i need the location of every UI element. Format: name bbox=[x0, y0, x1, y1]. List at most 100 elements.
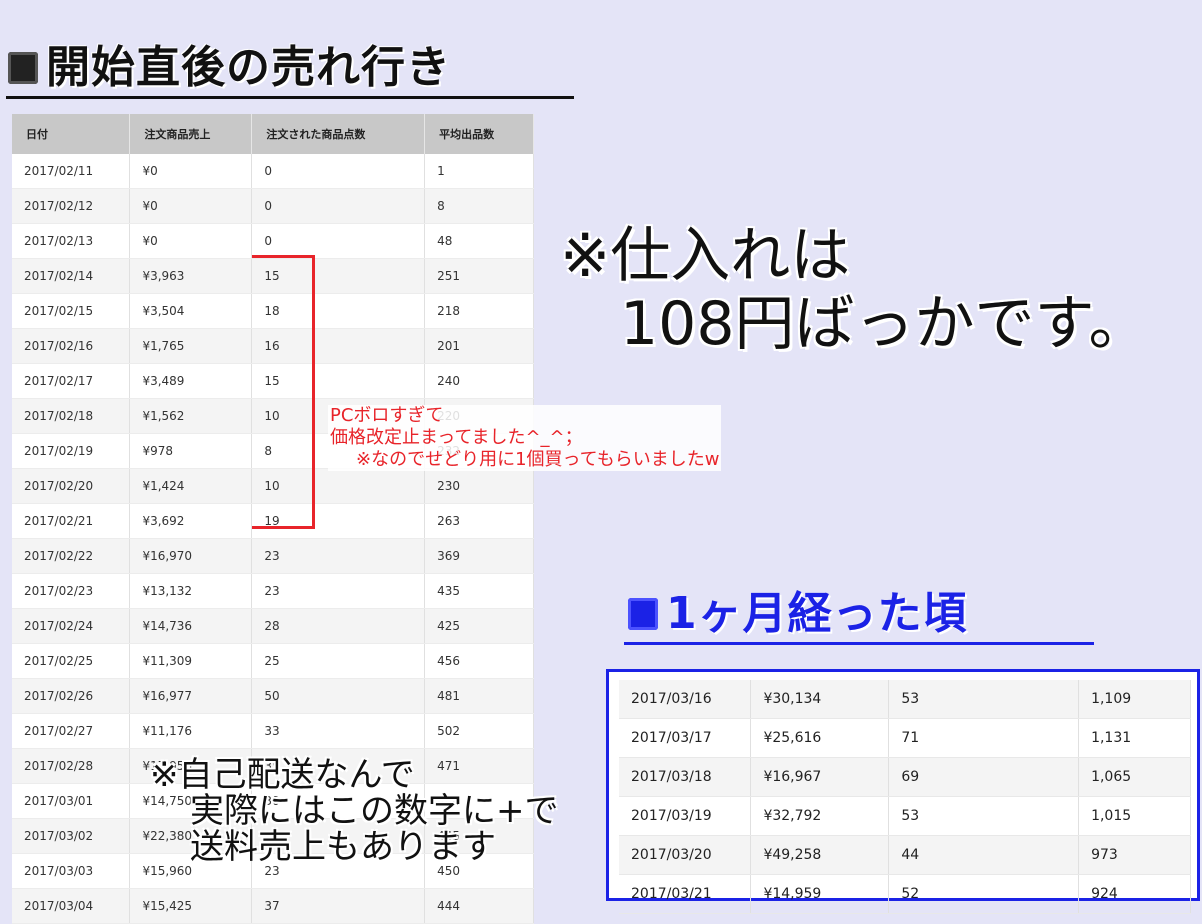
cell-units: 0 bbox=[251, 223, 426, 259]
square-bullet-icon bbox=[628, 598, 658, 630]
square-bullet-icon bbox=[8, 52, 38, 84]
cell-avg-listings: 456 bbox=[424, 643, 534, 679]
cell-sales: ¥0 bbox=[129, 188, 253, 224]
cell-avg-listings: 1,109 bbox=[1078, 680, 1191, 719]
column-header-sales[interactable]: 注文商品売上 bbox=[129, 114, 253, 154]
cell-units: 23 bbox=[251, 538, 426, 574]
table-header-row: 日付 注文商品売上 注文された商品点数 平均出品数 bbox=[12, 114, 534, 154]
table-row: 2017/02/26 ¥16,977 50 481 bbox=[12, 678, 534, 714]
table-row: 2017/02/22 ¥16,970 23 369 bbox=[12, 538, 534, 574]
table-row: 2017/03/20 ¥49,258 44 973 bbox=[619, 835, 1191, 875]
cell-units: 37 bbox=[251, 888, 426, 924]
cell-avg-listings: 240 bbox=[424, 363, 534, 399]
sales-table-month-later-frame: 2017/03/16 ¥30,134 53 1,109 2017/03/17 ¥25,61… bbox=[606, 669, 1200, 914]
cell-sales: ¥49,258 bbox=[750, 835, 890, 875]
cell-sales: ¥3,489 bbox=[129, 363, 253, 399]
shipping-note: ※自己配送なんで 実際にはこの数字に+で 送料売上もあります bbox=[150, 757, 559, 865]
cell-date: 2017/03/01 bbox=[12, 783, 131, 819]
cell-avg-listings: 502 bbox=[424, 713, 534, 749]
heading-text: 1ヶ月経った頃 bbox=[666, 588, 968, 639]
column-header-units[interactable]: 注文された商品点数 bbox=[251, 114, 426, 154]
cell-date: 2017/03/02 bbox=[12, 818, 131, 854]
sales-table-month-later: 2017/03/16 ¥30,134 53 1,109 2017/03/17 ¥25,61… bbox=[619, 680, 1191, 914]
note-line: ※自己配送なんで bbox=[150, 755, 415, 795]
cell-units: 23 bbox=[251, 573, 426, 609]
cell-avg-listings: 263 bbox=[424, 503, 534, 539]
cell-avg-listings: 201 bbox=[424, 328, 534, 364]
cell-sales: ¥15,425 bbox=[129, 888, 253, 924]
cell-avg-listings: 425 bbox=[424, 608, 534, 644]
cell-sales: ¥16,977 bbox=[129, 678, 253, 714]
cell-avg-listings: 369 bbox=[424, 538, 534, 574]
cell-units: 25 bbox=[251, 643, 426, 679]
cell-avg-listings: 48 bbox=[424, 223, 534, 259]
red-note-line: ※なのでせどり用に1個買ってもらいましたw bbox=[356, 449, 720, 470]
cell-date: 2017/02/22 bbox=[12, 538, 131, 574]
red-bracket-annotation bbox=[252, 255, 315, 529]
heading-text: 開始直後の売れ行き bbox=[46, 42, 451, 93]
cell-avg-listings: 230 bbox=[424, 468, 534, 504]
cell-sales: ¥13,132 bbox=[129, 573, 253, 609]
cell-units: 53 bbox=[888, 680, 1080, 719]
cell-date: 2017/02/25 bbox=[12, 643, 131, 679]
red-note-line: 価格改定止まってました^_^； bbox=[330, 427, 583, 448]
column-header-avg-listings[interactable]: 平均出品数 bbox=[424, 114, 534, 154]
cell-avg-listings: 435 bbox=[424, 573, 534, 609]
cell-date: 2017/02/23 bbox=[12, 573, 131, 609]
table-row: 2017/02/24 ¥14,736 28 425 bbox=[12, 608, 534, 644]
cell-units: 0 bbox=[251, 188, 426, 224]
cell-sales: ¥11,309 bbox=[129, 643, 253, 679]
cell-sales: ¥3,692 bbox=[129, 503, 253, 539]
cell-date: 2017/02/11 bbox=[12, 154, 131, 189]
column-header-date[interactable]: 日付 bbox=[12, 114, 131, 154]
cell-sales: ¥32,792 bbox=[750, 796, 890, 836]
cell-date: 2017/03/19 bbox=[619, 796, 752, 836]
red-annotation-note: PCボロすぎて 価格改定止まってました^_^； ※なのでせどり用に1個買ってもら… bbox=[328, 405, 722, 471]
cell-avg-listings: 973 bbox=[1078, 835, 1191, 875]
heading-underline bbox=[6, 96, 574, 99]
cell-avg-listings: 251 bbox=[424, 258, 534, 294]
red-note-line: PCボロすぎて bbox=[330, 405, 444, 426]
cell-sales: ¥1,562 bbox=[129, 398, 253, 434]
cell-date: 2017/02/12 bbox=[12, 188, 131, 224]
cell-date: 2017/03/04 bbox=[12, 888, 131, 924]
cell-date: 2017/02/16 bbox=[12, 328, 131, 364]
cell-sales: ¥11,176 bbox=[129, 713, 253, 749]
cell-avg-listings: 1 bbox=[424, 154, 534, 189]
table-row: 2017/02/25 ¥11,309 25 456 bbox=[12, 643, 534, 679]
cell-date: 2017/02/19 bbox=[12, 433, 131, 469]
table-row: 2017/02/23 ¥13,132 23 435 bbox=[12, 573, 534, 609]
cell-sales: ¥0 bbox=[129, 154, 253, 189]
cell-sales: ¥16,967 bbox=[750, 757, 890, 797]
cell-sales: ¥16,970 bbox=[129, 538, 253, 574]
cell-units: 52 bbox=[888, 874, 1080, 914]
note-line: 108円ばっかです。 bbox=[620, 289, 1149, 359]
cell-avg-listings: 481 bbox=[424, 678, 534, 714]
cell-date: 2017/03/16 bbox=[619, 680, 752, 719]
cell-date: 2017/03/03 bbox=[12, 853, 131, 889]
cell-units: 69 bbox=[888, 757, 1080, 797]
note-line: 実際にはこの数字に+で bbox=[190, 791, 559, 831]
table-row: 2017/02/13 ¥0 0 48 bbox=[12, 223, 534, 259]
cell-sales: ¥3,504 bbox=[129, 293, 253, 329]
table-row: 2017/02/11 ¥0 0 1 bbox=[12, 154, 534, 189]
cell-date: 2017/02/15 bbox=[12, 293, 131, 329]
cell-date: 2017/02/18 bbox=[12, 398, 131, 434]
note-line: ※仕入れは bbox=[560, 221, 851, 291]
cell-avg-listings: 924 bbox=[1078, 874, 1191, 914]
cell-units: 33 bbox=[251, 713, 426, 749]
table-row: 2017/03/19 ¥32,792 53 1,015 bbox=[619, 796, 1191, 836]
purchase-price-note: ※仕入れは 108円ばっかです。 bbox=[560, 222, 1149, 358]
cell-sales: ¥30,134 bbox=[750, 680, 890, 719]
cell-avg-listings: 218 bbox=[424, 293, 534, 329]
cell-sales: ¥978 bbox=[129, 433, 253, 469]
cell-date: 2017/03/20 bbox=[619, 835, 752, 875]
cell-date: 2017/02/27 bbox=[12, 713, 131, 749]
cell-units: 0 bbox=[251, 154, 426, 189]
cell-units: 71 bbox=[888, 718, 1080, 758]
table-row: 2017/03/04 ¥15,425 37 444 bbox=[12, 888, 534, 924]
cell-date: 2017/03/18 bbox=[619, 757, 752, 797]
cell-sales: ¥1,424 bbox=[129, 468, 253, 504]
heading-one-month-later: 1ヶ月経った頃 bbox=[628, 592, 968, 636]
cell-sales: ¥3,963 bbox=[129, 258, 253, 294]
